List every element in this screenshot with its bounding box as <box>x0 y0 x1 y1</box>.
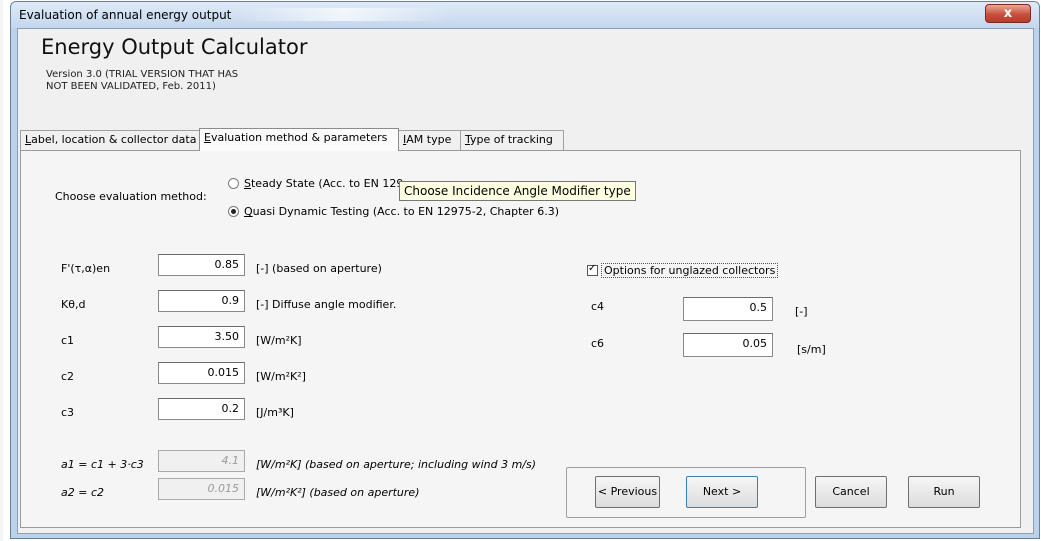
tab-label-location[interactable]: Label, location & collector data <box>20 130 201 150</box>
version-line-2: NOT BEEN VALIDATED, Feb. 2011) <box>46 81 216 92</box>
param-field-c1[interactable]: 3.50 <box>158 326 245 348</box>
derived-field-a1: 4.1 <box>158 450 245 472</box>
version-line-1: Version 3.0 (TRIAL VERSION THAT HAS <box>46 69 239 80</box>
radio-steady-state[interactable]: Steady State (Acc. to EN 129 <box>228 177 403 190</box>
radio-accel: Q <box>244 205 253 218</box>
param-field-c2[interactable]: 0.015 <box>158 362 245 384</box>
param-field-k-theta-d[interactable]: 0.9 <box>158 290 245 312</box>
param-unit: [-] Diffuse angle modifier. <box>256 298 397 311</box>
c4-unit: [-] <box>795 305 808 318</box>
tab-evaluation-method[interactable]: Evaluation method & parameters <box>199 128 399 151</box>
window-title: Evaluation of annual energy output <box>19 8 232 22</box>
radio-quasi-dynamic[interactable]: Quasi Dynamic Testing (Acc. to EN 12975-… <box>228 205 559 218</box>
param-label-c1: c1 <box>61 334 75 347</box>
method-label: Choose evaluation method: <box>55 190 207 203</box>
tab-label: valuation method & parameters <box>210 131 388 144</box>
param-unit: [W/m²K] <box>256 334 302 347</box>
param-field-f-tau-alpha[interactable]: 0.85 <box>158 254 245 276</box>
checkbox-checked[interactable] <box>587 263 598 276</box>
param-label-k-theta-d: Kθ,d <box>61 298 86 311</box>
c6-label: c6 <box>591 337 605 350</box>
radio-accel: S <box>244 177 251 190</box>
title-bar-glow <box>236 8 451 21</box>
page-title: Energy Output Calculator <box>41 35 308 59</box>
derived-label-a1: a1 = c1 + 3·c3 <box>61 458 144 471</box>
tab-label: AM type <box>406 133 452 146</box>
title-bar[interactable]: Evaluation of annual energy output x <box>11 2 1039 28</box>
c4-label: c4 <box>591 300 605 313</box>
radio-button[interactable] <box>228 178 239 189</box>
run-button[interactable]: Run <box>908 476 980 508</box>
previous-button[interactable]: < Previous <box>595 476 660 508</box>
radio-label: uasi Dynamic Testing (Acc. to EN 12975-2… <box>252 205 559 218</box>
background-edge <box>0 0 3 541</box>
c6-unit: [s/m] <box>797 343 826 356</box>
checkbox-label: Options for unglazed collectors <box>601 263 779 278</box>
derived-label-a2: a2 = c2 <box>61 486 104 499</box>
param-label-c2: c2 <box>61 370 75 383</box>
tooltip: Choose Incidence Angle Modifier type <box>399 181 636 201</box>
derived-unit: [W/m²K] (based on aperture; including wi… <box>256 458 537 471</box>
close-button[interactable]: x <box>985 4 1031 23</box>
radio-button-checked[interactable] <box>228 206 239 217</box>
tab-iam-type[interactable]: IAM type <box>398 130 461 150</box>
tab-type-of-tracking[interactable]: Type of tracking <box>460 130 564 150</box>
derived-field-a2: 0.015 <box>158 478 245 500</box>
unglazed-options-checkbox[interactable]: Options for unglazed collectors <box>587 263 779 278</box>
param-label-c3: c3 <box>61 406 75 419</box>
tab-label: abel, location & collector data <box>31 133 197 146</box>
param-unit: [J/m³K] <box>256 406 294 419</box>
param-label-f-tau-alpha: F'(τ,α)en <box>61 262 111 275</box>
cancel-button[interactable]: Cancel <box>815 476 887 508</box>
tab-accel: E <box>204 131 211 144</box>
derived-unit: [W/m²K²] (based on aperture) <box>256 486 420 499</box>
version-note: Version 3.0 (TRIAL VERSION THAT HAS NOT … <box>46 69 296 93</box>
param-field-c3[interactable]: 0.2 <box>158 398 245 420</box>
radio-label: teady State (Acc. to EN 129 <box>250 177 404 190</box>
next-button[interactable]: Next > <box>686 476 758 508</box>
tab-label: ype of tracking <box>470 133 553 146</box>
c4-field[interactable]: 0.5 <box>683 297 773 321</box>
param-unit: [W/m²K²] <box>256 370 306 383</box>
c6-field[interactable]: 0.05 <box>683 333 773 357</box>
param-unit: [-] (based on aperture) <box>256 262 382 275</box>
